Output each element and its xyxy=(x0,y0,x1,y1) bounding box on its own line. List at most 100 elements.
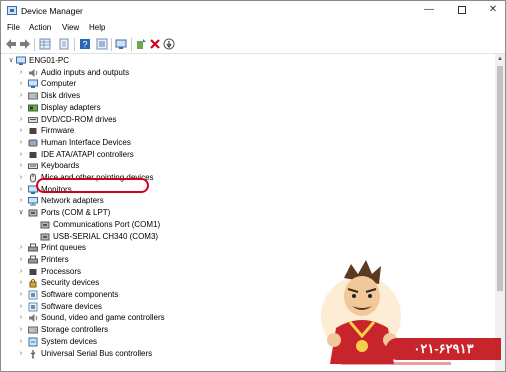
menu-help[interactable]: Help xyxy=(89,23,105,32)
tree-item-label: Firmware xyxy=(41,126,75,136)
tree-category[interactable]: › Sound, video and game controllers xyxy=(1,312,491,324)
uninstall-icon[interactable] xyxy=(149,38,161,50)
chevron-right-icon[interactable]: › xyxy=(17,173,25,183)
tree-category[interactable]: › Network adapters xyxy=(1,195,491,207)
tree-category[interactable]: › Keyboards xyxy=(1,160,491,172)
tree-category[interactable]: › Printers xyxy=(1,254,491,266)
tree-item-label: Audio inputs and outputs xyxy=(41,67,130,77)
menu-action[interactable]: Action xyxy=(29,23,51,32)
dvd-icon xyxy=(28,116,38,123)
tree-item-label: Communications Port (COM1) xyxy=(53,219,161,229)
tree-item-label: Processors xyxy=(41,266,82,276)
tree-category[interactable]: › IDE ATA/ATAPI controllers xyxy=(1,149,491,161)
highlight-annotation xyxy=(36,178,149,193)
chevron-right-icon[interactable]: › xyxy=(17,337,25,347)
chevron-right-icon[interactable]: › xyxy=(17,126,25,136)
chevron-right-icon[interactable]: › xyxy=(17,349,25,359)
ide-icon xyxy=(29,151,37,158)
minimize-button[interactable]: — xyxy=(422,4,436,16)
scroll-up-arrow-icon[interactable]: ▲ xyxy=(495,54,505,64)
forward-arrow-icon[interactable] xyxy=(19,38,31,50)
chevron-right-icon[interactable]: › xyxy=(17,302,25,312)
system-icon xyxy=(28,337,38,347)
maximize-button[interactable] xyxy=(455,4,469,16)
chevron-right-icon[interactable]: › xyxy=(17,138,25,148)
tree-item-label: ENG01-PC xyxy=(29,56,70,65)
chevron-right-icon[interactable]: › xyxy=(17,243,25,253)
tree-category[interactable]: ∨ Ports (COM & LPT) xyxy=(1,207,491,219)
speaker-icon xyxy=(29,314,38,323)
chevron-right-icon[interactable]: › xyxy=(17,267,25,277)
tree-category[interactable]: › Software devices xyxy=(1,301,491,313)
chevron-right-icon[interactable]: › xyxy=(17,196,25,206)
chevron-down-icon[interactable]: ∨ xyxy=(17,208,25,218)
tree-category[interactable]: › Computer xyxy=(1,78,491,90)
tree-device[interactable]: USB-SERIAL CH340 (COM3) xyxy=(1,231,491,243)
chevron-right-icon[interactable]: › xyxy=(17,79,25,89)
tree-category[interactable]: › Display adapters xyxy=(1,102,491,114)
chevron-right-icon[interactable]: › xyxy=(17,278,25,288)
computer-icon xyxy=(16,56,26,65)
usb-icon xyxy=(30,349,36,358)
disable-device-icon[interactable] xyxy=(163,38,175,50)
printer-icon xyxy=(28,255,38,264)
tree-category[interactable]: › DVD/CD-ROM drives xyxy=(1,114,491,126)
tree-item-label: Display adapters xyxy=(41,102,101,112)
chevron-right-icon[interactable]: › xyxy=(17,103,25,113)
tree-item-label: Printers xyxy=(41,254,69,264)
chevron-right-icon[interactable]: › xyxy=(17,255,25,265)
help-icon[interactable]: ? xyxy=(79,38,91,50)
tree-root[interactable]: ∨ ENG01-PC xyxy=(1,55,491,67)
chevron-right-icon[interactable]: › xyxy=(17,161,25,171)
chevron-right-icon[interactable]: › xyxy=(17,290,25,300)
tree-category[interactable]: › Software components xyxy=(1,289,491,301)
device-manager-icon xyxy=(7,6,17,15)
tree-item-label: Network adapters xyxy=(41,196,104,206)
chevron-down-icon[interactable]: ∨ xyxy=(7,56,15,66)
chevron-right-icon[interactable]: › xyxy=(17,91,25,101)
tree-category[interactable]: › Firmware xyxy=(1,125,491,137)
network-icon xyxy=(28,197,38,206)
chevron-right-icon[interactable]: › xyxy=(17,150,25,160)
speaker-icon xyxy=(29,68,38,77)
chevron-right-icon[interactable]: › xyxy=(17,68,25,78)
window-title: Device Manager xyxy=(21,6,83,16)
chevron-right-icon[interactable]: › xyxy=(17,185,25,195)
svg-text:?: ? xyxy=(82,40,87,50)
tree-item-label: Computer xyxy=(41,79,77,89)
menu-view[interactable]: View xyxy=(62,23,79,32)
tree-item-label: Security devices xyxy=(41,278,100,288)
device-tree: ∨ ENG01-PC › Audio inputs and outputs › Compu… xyxy=(1,54,495,371)
show-hidden-icon[interactable] xyxy=(58,38,70,50)
chevron-right-icon[interactable]: › xyxy=(17,325,25,335)
display-adapter-icon xyxy=(28,104,38,112)
port-icon xyxy=(40,221,50,229)
firmware-icon xyxy=(29,128,37,135)
scan-hardware-icon[interactable] xyxy=(115,38,127,50)
port-icon xyxy=(28,209,38,217)
back-arrow-icon[interactable] xyxy=(5,38,17,50)
properties-grid-icon[interactable] xyxy=(39,38,51,50)
chevron-right-icon[interactable]: › xyxy=(17,115,25,125)
scrollbar-thumb[interactable] xyxy=(497,66,503,291)
tree-item-label: IDE ATA/ATAPI controllers xyxy=(41,149,134,159)
tree-category[interactable]: › Storage controllers xyxy=(1,324,491,336)
update-driver-icon[interactable] xyxy=(135,38,147,50)
chevron-right-icon[interactable]: › xyxy=(17,313,25,323)
close-button[interactable]: ✕ xyxy=(486,4,500,16)
tree-device[interactable]: Communications Port (COM1) xyxy=(1,219,491,231)
phone-banner: ۰۲۱-۶۲۹۱۳ xyxy=(386,338,501,360)
menu-file[interactable]: File xyxy=(7,23,20,32)
tree-category[interactable]: › Processors xyxy=(1,266,491,278)
processor-icon xyxy=(29,268,37,275)
tree-category[interactable]: › Human Interface Devices xyxy=(1,137,491,149)
computer-icon xyxy=(28,79,38,89)
tree-item-label: USB-SERIAL CH340 (COM3) xyxy=(53,231,159,241)
tree-category[interactable]: › Disk drives xyxy=(1,90,491,102)
tree-category[interactable]: › Print queues xyxy=(1,242,491,254)
tree-category[interactable]: › Audio inputs and outputs xyxy=(1,67,491,79)
vertical-scrollbar[interactable]: ▲ xyxy=(495,54,505,371)
view-list-icon[interactable] xyxy=(96,38,108,50)
title-bar: Device Manager — ✕ xyxy=(1,1,505,21)
tree-category[interactable]: › Security devices xyxy=(1,277,491,289)
